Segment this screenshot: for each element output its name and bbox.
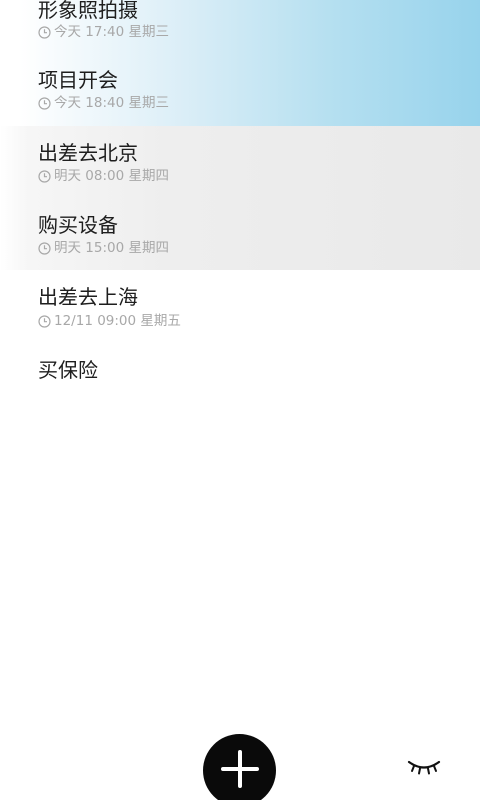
task-list-screen: 形象照拍摄 今天 17:40 星期三 项目开会 今天 18:40 星期三 出差去… bbox=[0, 0, 480, 800]
task-title: 出差去北京 bbox=[38, 141, 138, 165]
task-title: 出差去上海 bbox=[38, 285, 138, 309]
task-reminder-time: 今天 17:40 星期三 bbox=[38, 24, 169, 40]
task-reminder-time: 明天 08:00 星期四 bbox=[38, 168, 169, 184]
task-title: 买保险 bbox=[38, 358, 98, 382]
task-item[interactable]: 买保险 bbox=[0, 342, 480, 414]
plus-icon bbox=[220, 749, 260, 793]
task-time-text: 明天 15:00 星期四 bbox=[54, 240, 169, 256]
task-reminder-time: 今天 18:40 星期三 bbox=[38, 95, 169, 111]
task-time-text: 今天 18:40 星期三 bbox=[54, 95, 169, 111]
task-time-text: 12/11 09:00 星期五 bbox=[54, 313, 181, 329]
add-task-button[interactable] bbox=[203, 734, 276, 800]
task-title: 购买设备 bbox=[38, 213, 118, 237]
clock-icon bbox=[38, 96, 51, 110]
task-item[interactable]: 出差去上海 12/11 09:00 星期五 bbox=[0, 270, 480, 342]
task-item[interactable]: 形象照拍摄 今天 17:40 星期三 bbox=[0, 0, 480, 52]
task-time-text: 今天 17:40 星期三 bbox=[54, 24, 169, 40]
task-reminder-time: 12/11 09:00 星期五 bbox=[38, 313, 181, 329]
task-reminder-time: 明天 15:00 星期四 bbox=[38, 240, 169, 256]
clock-icon bbox=[38, 241, 51, 255]
clock-icon bbox=[38, 169, 51, 183]
task-item[interactable]: 出差去北京 明天 08:00 星期四 bbox=[0, 126, 480, 198]
task-title: 形象照拍摄 bbox=[38, 0, 138, 22]
clock-icon bbox=[38, 314, 51, 328]
task-title: 项目开会 bbox=[38, 68, 118, 92]
eye-closed-icon bbox=[406, 758, 442, 780]
toggle-completed-visibility-button[interactable] bbox=[404, 756, 444, 782]
task-item[interactable]: 项目开会 今天 18:40 星期三 bbox=[0, 54, 480, 126]
clock-icon bbox=[38, 25, 51, 39]
task-item[interactable]: 购买设备 明天 15:00 星期四 bbox=[0, 198, 480, 270]
task-time-text: 明天 08:00 星期四 bbox=[54, 168, 169, 184]
